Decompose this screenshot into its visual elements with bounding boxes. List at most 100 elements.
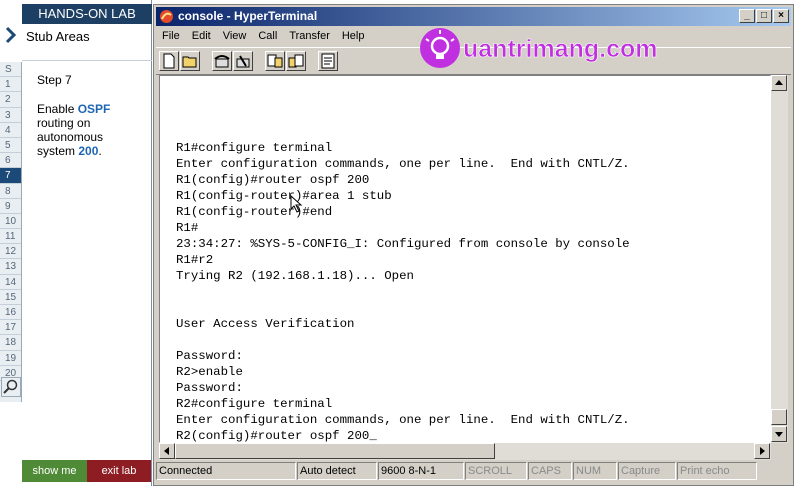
send-button[interactable] — [265, 51, 285, 71]
open-folder-icon — [182, 56, 197, 68]
scroll-up-button[interactable] — [771, 75, 787, 91]
step-description: Enable OSPF routing on autonomous system… — [37, 102, 142, 158]
step-number[interactable]: 4 — [0, 123, 21, 138]
status-bar: Connected Auto detect 9600 8-N-1 SCROLL … — [156, 461, 791, 481]
step-number[interactable]: 9 — [0, 199, 21, 214]
menu-help[interactable]: Help — [336, 27, 371, 45]
status-scroll: SCROLL — [465, 462, 527, 480]
terminal-line: Trying R2 (192.168.1.18)... Open — [176, 269, 414, 283]
arrow-right-icon — [760, 447, 765, 455]
step-number[interactable]: 19 — [0, 351, 21, 366]
step-number[interactable]: 11 — [0, 229, 21, 245]
divider — [22, 60, 152, 61]
new-document-icon — [163, 53, 175, 69]
terminal-line: R1#r2 — [176, 253, 214, 267]
arrow-left-icon — [164, 447, 169, 455]
horizontal-scrollbar[interactable] — [159, 443, 771, 460]
arrow-up-icon — [775, 80, 783, 85]
terminal-line: Enter configuration commands, one per li… — [176, 157, 630, 171]
new-button[interactable] — [159, 51, 179, 71]
status-print-echo: Print echo — [677, 462, 757, 480]
magnifier-icon — [3, 379, 18, 394]
step-number[interactable]: 17 — [0, 320, 21, 336]
step-number[interactable]: 10 — [0, 214, 21, 230]
maximize-button[interactable]: □ — [756, 9, 772, 23]
send-icon — [267, 54, 283, 68]
lab-title: Stub Areas — [26, 29, 90, 44]
terminal-output: R1#configure terminal Enter configuration… — [176, 140, 630, 443]
terminal-line: R2(config)#router ospf 200_ — [176, 429, 377, 443]
exit-lab-button[interactable]: exit lab — [87, 460, 151, 482]
status-settings: 9600 8-N-1 — [378, 462, 464, 480]
step-number[interactable]: 8 — [0, 184, 21, 199]
status-caps: CAPS — [528, 462, 572, 480]
step-number[interactable]: 7 — [0, 168, 21, 184]
terminal-line: 23:34:27: %SYS-5-CONFIG_I: Configured fr… — [176, 237, 630, 251]
scroll-down-button[interactable] — [771, 426, 787, 442]
step-number[interactable]: 16 — [0, 305, 21, 321]
menu-call[interactable]: Call — [252, 27, 283, 45]
chevron-right-icon[interactable] — [3, 26, 19, 44]
phone-icon — [214, 55, 230, 68]
minimize-button[interactable]: _ — [739, 9, 755, 23]
vertical-scrollbar[interactable] — [771, 75, 788, 443]
step-number[interactable]: 15 — [0, 290, 21, 305]
step-list: S 1 2 3 4 5 6 7 8 9 10 11 12 13 14 15 16 17 18 19 20 — [0, 62, 22, 402]
terminal-line: User Access Verification — [176, 317, 355, 331]
desc-text: Enable — [37, 102, 78, 116]
step-number[interactable]: 13 — [0, 259, 21, 275]
status-connected: Connected — [156, 462, 296, 480]
svg-text:uantrimang.com: uantrimang.com — [463, 35, 657, 63]
receive-button[interactable] — [286, 51, 306, 71]
vertical-scroll-thumb[interactable] — [771, 409, 787, 425]
desc-keyword-as: 200 — [78, 144, 99, 158]
terminal-line: R2#configure terminal — [176, 397, 333, 411]
zoom-button[interactable] — [1, 377, 21, 397]
menu-transfer[interactable]: Transfer — [283, 27, 336, 45]
show-me-button[interactable]: show me — [22, 460, 87, 482]
close-button[interactable]: × — [773, 9, 789, 23]
step-number[interactable]: S — [0, 62, 21, 78]
disconnect-button[interactable] — [233, 51, 253, 71]
step-number[interactable]: 18 — [0, 335, 21, 351]
status-capture: Capture — [618, 462, 676, 480]
desc-keyword-ospf: OSPF — [77, 102, 111, 116]
window-title: console - HyperTerminal — [178, 9, 318, 23]
menu-file[interactable]: File — [156, 27, 186, 45]
step-number[interactable]: 12 — [0, 244, 21, 260]
step-number[interactable]: 2 — [0, 92, 21, 108]
terminal-line: R2>enable — [176, 365, 243, 379]
terminal-line: Password: — [176, 381, 243, 395]
arrow-down-icon — [775, 432, 783, 437]
call-button[interactable] — [212, 51, 232, 71]
step-number[interactable]: 5 — [0, 138, 21, 154]
terminal-line: R1# — [176, 221, 199, 235]
desc-text: . — [98, 144, 102, 158]
lab-header: HANDS-ON LAB — [22, 4, 152, 24]
hyperterminal-app-icon — [160, 10, 173, 23]
lab-panel: HANDS-ON LAB Stub Areas S 1 2 3 4 5 6 7 8 9 10 11 12… — [0, 0, 152, 486]
scroll-right-button[interactable] — [754, 443, 770, 459]
terminal-line: Password: — [176, 349, 243, 363]
terminal-line: R1(config-router)#end — [176, 205, 333, 219]
properties-button[interactable] — [318, 51, 338, 71]
terminal-line: R1#configure terminal — [176, 141, 333, 155]
open-button[interactable] — [180, 51, 200, 71]
horizontal-scroll-thumb[interactable] — [175, 443, 495, 459]
terminal-line: Enter configuration commands, one per li… — [176, 413, 630, 427]
title-bar[interactable]: console - HyperTerminal _ □ × — [156, 7, 791, 26]
step-number[interactable]: 6 — [0, 153, 21, 169]
scroll-left-button[interactable] — [159, 443, 175, 459]
menu-edit[interactable]: Edit — [186, 27, 217, 45]
properties-icon — [321, 53, 335, 69]
terminal-screen[interactable]: R1#configure terminal Enter configuration… — [159, 75, 771, 443]
disconnect-icon — [236, 55, 250, 68]
step-number[interactable]: 1 — [0, 77, 21, 93]
terminal-line: R1(config-router)#area 1 stub — [176, 189, 392, 203]
step-number[interactable]: 14 — [0, 275, 21, 290]
menu-view[interactable]: View — [217, 27, 253, 45]
status-num: NUM — [573, 462, 617, 480]
step-number[interactable]: 3 — [0, 108, 21, 123]
